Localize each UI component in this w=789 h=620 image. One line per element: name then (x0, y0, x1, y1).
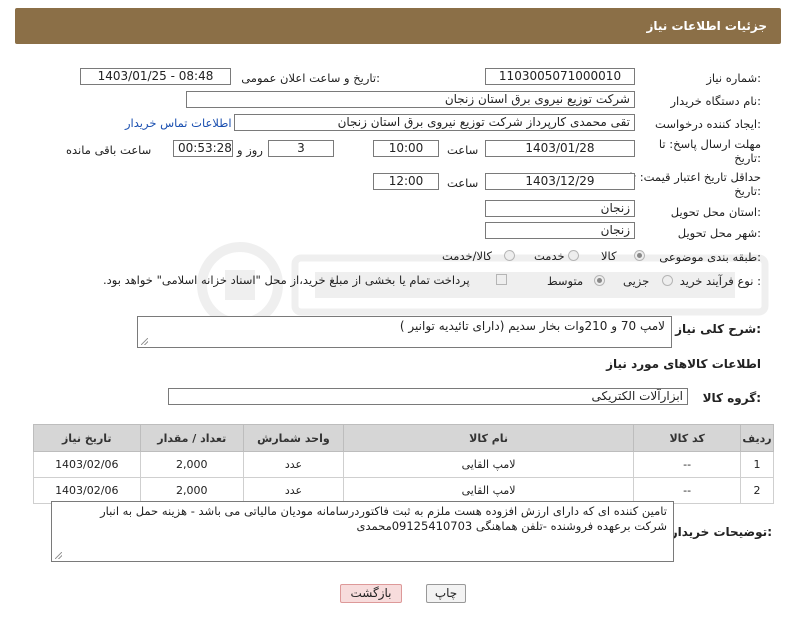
cell-date: 1403/02/06 (33, 477, 141, 504)
need-number-label: شماره نیاز: (706, 71, 761, 85)
col-date-header: تاریخ نیاز (33, 424, 141, 452)
description-label: شرح کلی نیاز: (675, 322, 761, 336)
reply-time-field: 10:00 (373, 140, 439, 157)
category-goods-service-radio[interactable] (504, 250, 515, 261)
col-unit-header: واحد شمارش (242, 424, 344, 452)
goods-table: ردیف کد کالا نام کالا واحد شمارش تعداد /… (33, 424, 774, 504)
goods-group-field: ابزارآلات الکتریکی (168, 388, 688, 405)
buyer-notes-line-1: تامین کننده ای که دارای ارزش افزوده هست … (100, 504, 667, 518)
cell-unit: عدد (242, 451, 344, 478)
buyer-org-label: نام دستگاه خریدار: (670, 94, 761, 108)
page-title: جزئیات اطلاعات نیاز (646, 19, 767, 33)
days-label: روز و (237, 143, 263, 157)
buyer-notes-label: توضیحات خریدار: (670, 525, 772, 539)
description-textarea[interactable]: لامپ 70 و 210وات بخار سدیم (دارای تائیدی… (137, 316, 672, 348)
days-field: 3 (268, 140, 334, 157)
city-field: زنجان (485, 222, 635, 239)
col-code-header: کد کالا (633, 424, 742, 452)
buyer-notes-textarea[interactable]: تامین کننده ای که دارای ارزش افزوده هست … (51, 501, 674, 562)
description-text: لامپ 70 و 210وات بخار سدیم (دارای تائیدی… (399, 319, 665, 333)
cell-code: -- (633, 451, 742, 478)
need-number-field: 1103005071000010 (485, 68, 635, 85)
process-minor-radio[interactable] (662, 275, 673, 286)
cell-quantity: 2,000 (139, 477, 244, 504)
treasury-payment-checkbox[interactable] (496, 274, 507, 285)
category-service-label: خدمت (534, 249, 565, 263)
resize-handle-icon[interactable] (55, 552, 62, 559)
cell-date: 1403/02/06 (33, 451, 141, 478)
creator-label: ایجاد کننده درخواست: (655, 117, 761, 131)
reply-time-label: ساعت (447, 143, 479, 157)
back-button[interactable]: بازگشت (340, 584, 402, 603)
price-time-label: ساعت (447, 176, 479, 190)
category-label: طبقه بندی موضوعی: (659, 250, 761, 264)
reply-date-field: 1403/01/28 (485, 140, 635, 157)
reply-deadline-label: مهلت ارسال پاسخ: تا (658, 137, 761, 151)
goods-group-label: گروه کالا: (702, 391, 761, 405)
cell-name: لامپ القایی (342, 477, 635, 504)
print-button[interactable]: چاپ (426, 584, 466, 603)
process-minor-label: جزیی (623, 274, 650, 288)
process-medium-label: متوسط (547, 274, 584, 288)
category-service-radio[interactable] (568, 250, 579, 261)
remaining-time-field: 00:53:28 (173, 140, 233, 157)
buyer-org-field: شرکت توزیع نیروی برق استان زنجان (186, 91, 635, 108)
province-label: استان محل تحویل: (670, 205, 761, 219)
col-quantity-header: تعداد / مقدار (139, 424, 244, 452)
table-row: 1 -- لامپ القایی عدد 2,000 1403/02/06 (33, 451, 774, 478)
category-goods-label: کالا (601, 249, 617, 263)
reply-deadline-label-2: تاریخ: (734, 151, 761, 165)
price-validity-label: حداقل تاریخ اعتبار قیمت: تا (629, 170, 761, 184)
treasury-payment-note: پرداخت تمام یا بخشی از مبلغ خرید،از محل … (103, 273, 470, 287)
category-goods-radio[interactable] (634, 250, 645, 261)
city-label: شهر محل تحویل: (677, 226, 761, 240)
col-name-header: نام کالا (342, 424, 635, 452)
table-header-row: ردیف کد کالا نام کالا واحد شمارش تعداد /… (33, 424, 774, 452)
category-goods-service-label: کالا/خدمت (442, 249, 493, 263)
price-date-field: 1403/12/29 (485, 173, 635, 190)
process-label: نوع فرآیند خرید : (679, 274, 761, 288)
remaining-time-label: ساعت باقی مانده (66, 143, 152, 157)
cell-row: 1 (740, 451, 774, 478)
price-validity-label-2: تاریخ: (734, 184, 761, 198)
cell-quantity: 2,000 (139, 451, 244, 478)
goods-section-title: اطلاعات کالاهای مورد نیاز (606, 357, 761, 371)
cell-row: 2 (740, 477, 774, 504)
creator-field: تقی محمدی کارپرداز شرکت توزیع نیروی برق … (234, 114, 635, 131)
province-field: زنجان (485, 200, 635, 217)
resize-handle-icon[interactable] (141, 338, 148, 345)
panel-header: جزئیات اطلاعات نیاز (15, 8, 781, 44)
announce-date-field: 1403/01/25 - 08:48 (80, 68, 231, 85)
cell-unit: عدد (242, 477, 344, 504)
table-row: 2 -- لامپ القایی عدد 2,000 1403/02/06 (33, 477, 774, 504)
announce-date-label: تاریخ و ساعت اعلان عمومی: (241, 71, 380, 85)
buyer-notes-line-2: شرکت برعهده فروشنده -تلفن هماهنگی 091254… (356, 519, 667, 533)
cell-code: -- (633, 477, 742, 504)
price-time-field: 12:00 (373, 173, 439, 190)
process-medium-radio[interactable] (594, 275, 605, 286)
cell-name: لامپ القایی (342, 451, 635, 478)
contact-buyer-link[interactable]: اطلاعات تماس خریدار (125, 116, 232, 130)
col-row-header: ردیف (740, 424, 774, 452)
